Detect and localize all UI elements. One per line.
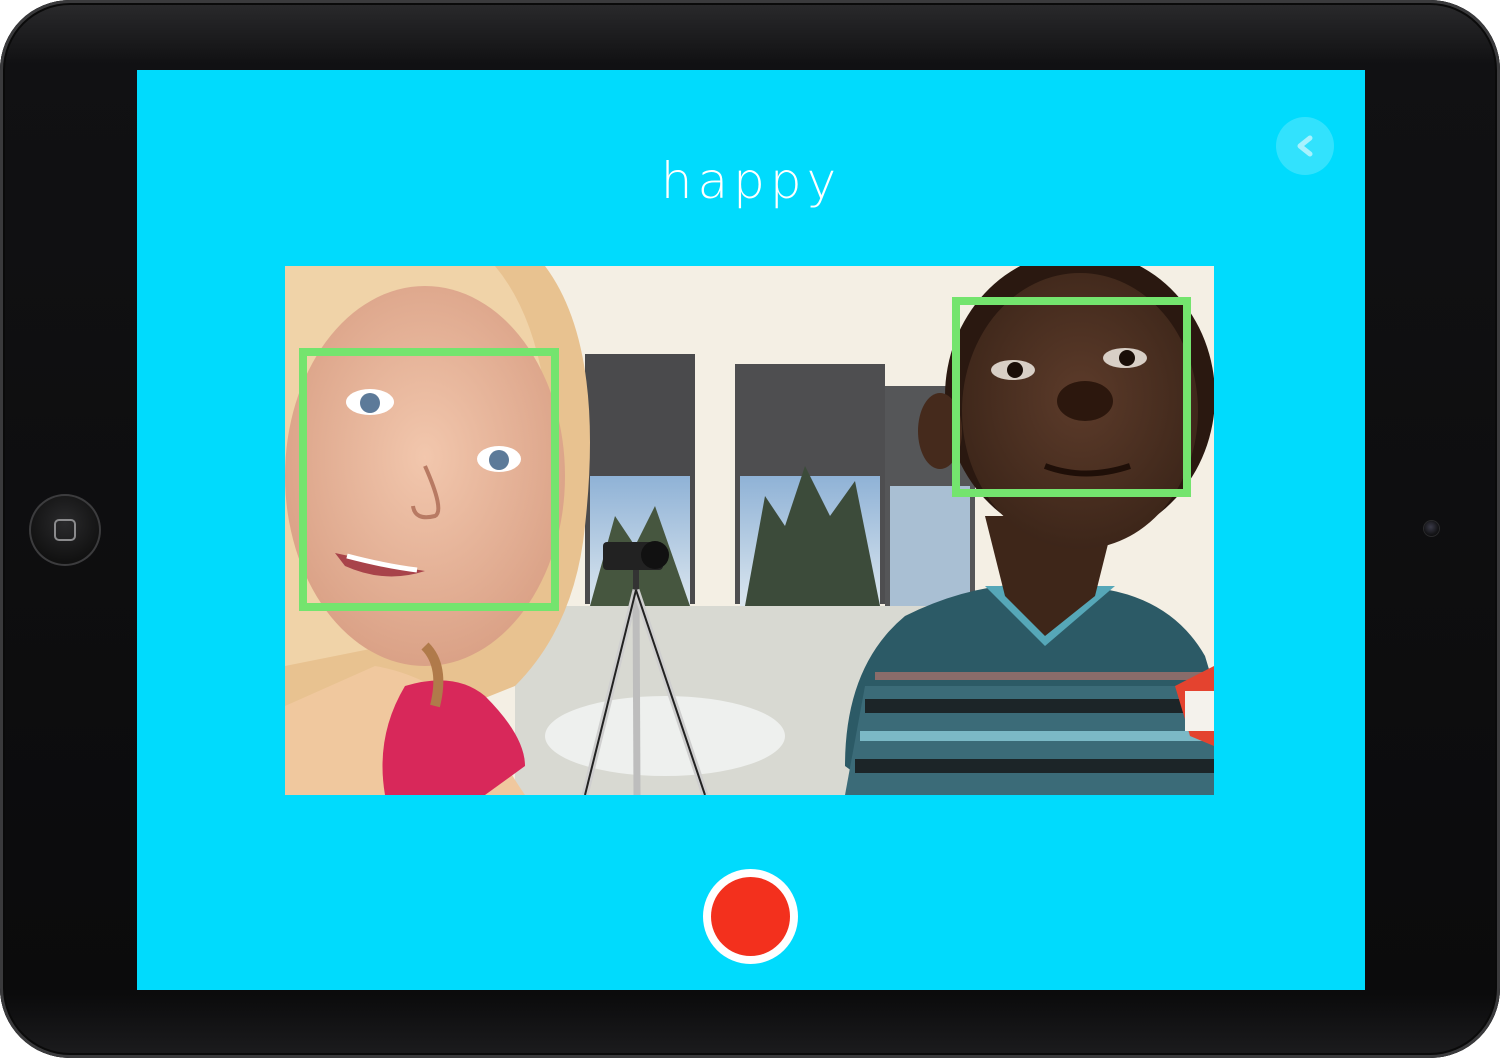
face-detection-box-right	[952, 297, 1191, 497]
home-square-icon	[54, 519, 76, 541]
app-screen: happy	[137, 70, 1365, 990]
tablet-device: happy	[0, 0, 1500, 1058]
face-detection-box-left	[299, 348, 559, 611]
home-button[interactable]	[29, 494, 101, 566]
record-button[interactable]	[703, 869, 798, 964]
back-button[interactable]	[1276, 117, 1334, 175]
camera-lens-icon	[1424, 521, 1439, 536]
emotion-label: happy	[660, 152, 842, 210]
record-dot-icon	[711, 877, 790, 956]
chevron-left-icon	[1297, 135, 1313, 157]
camera-preview	[285, 266, 1214, 795]
